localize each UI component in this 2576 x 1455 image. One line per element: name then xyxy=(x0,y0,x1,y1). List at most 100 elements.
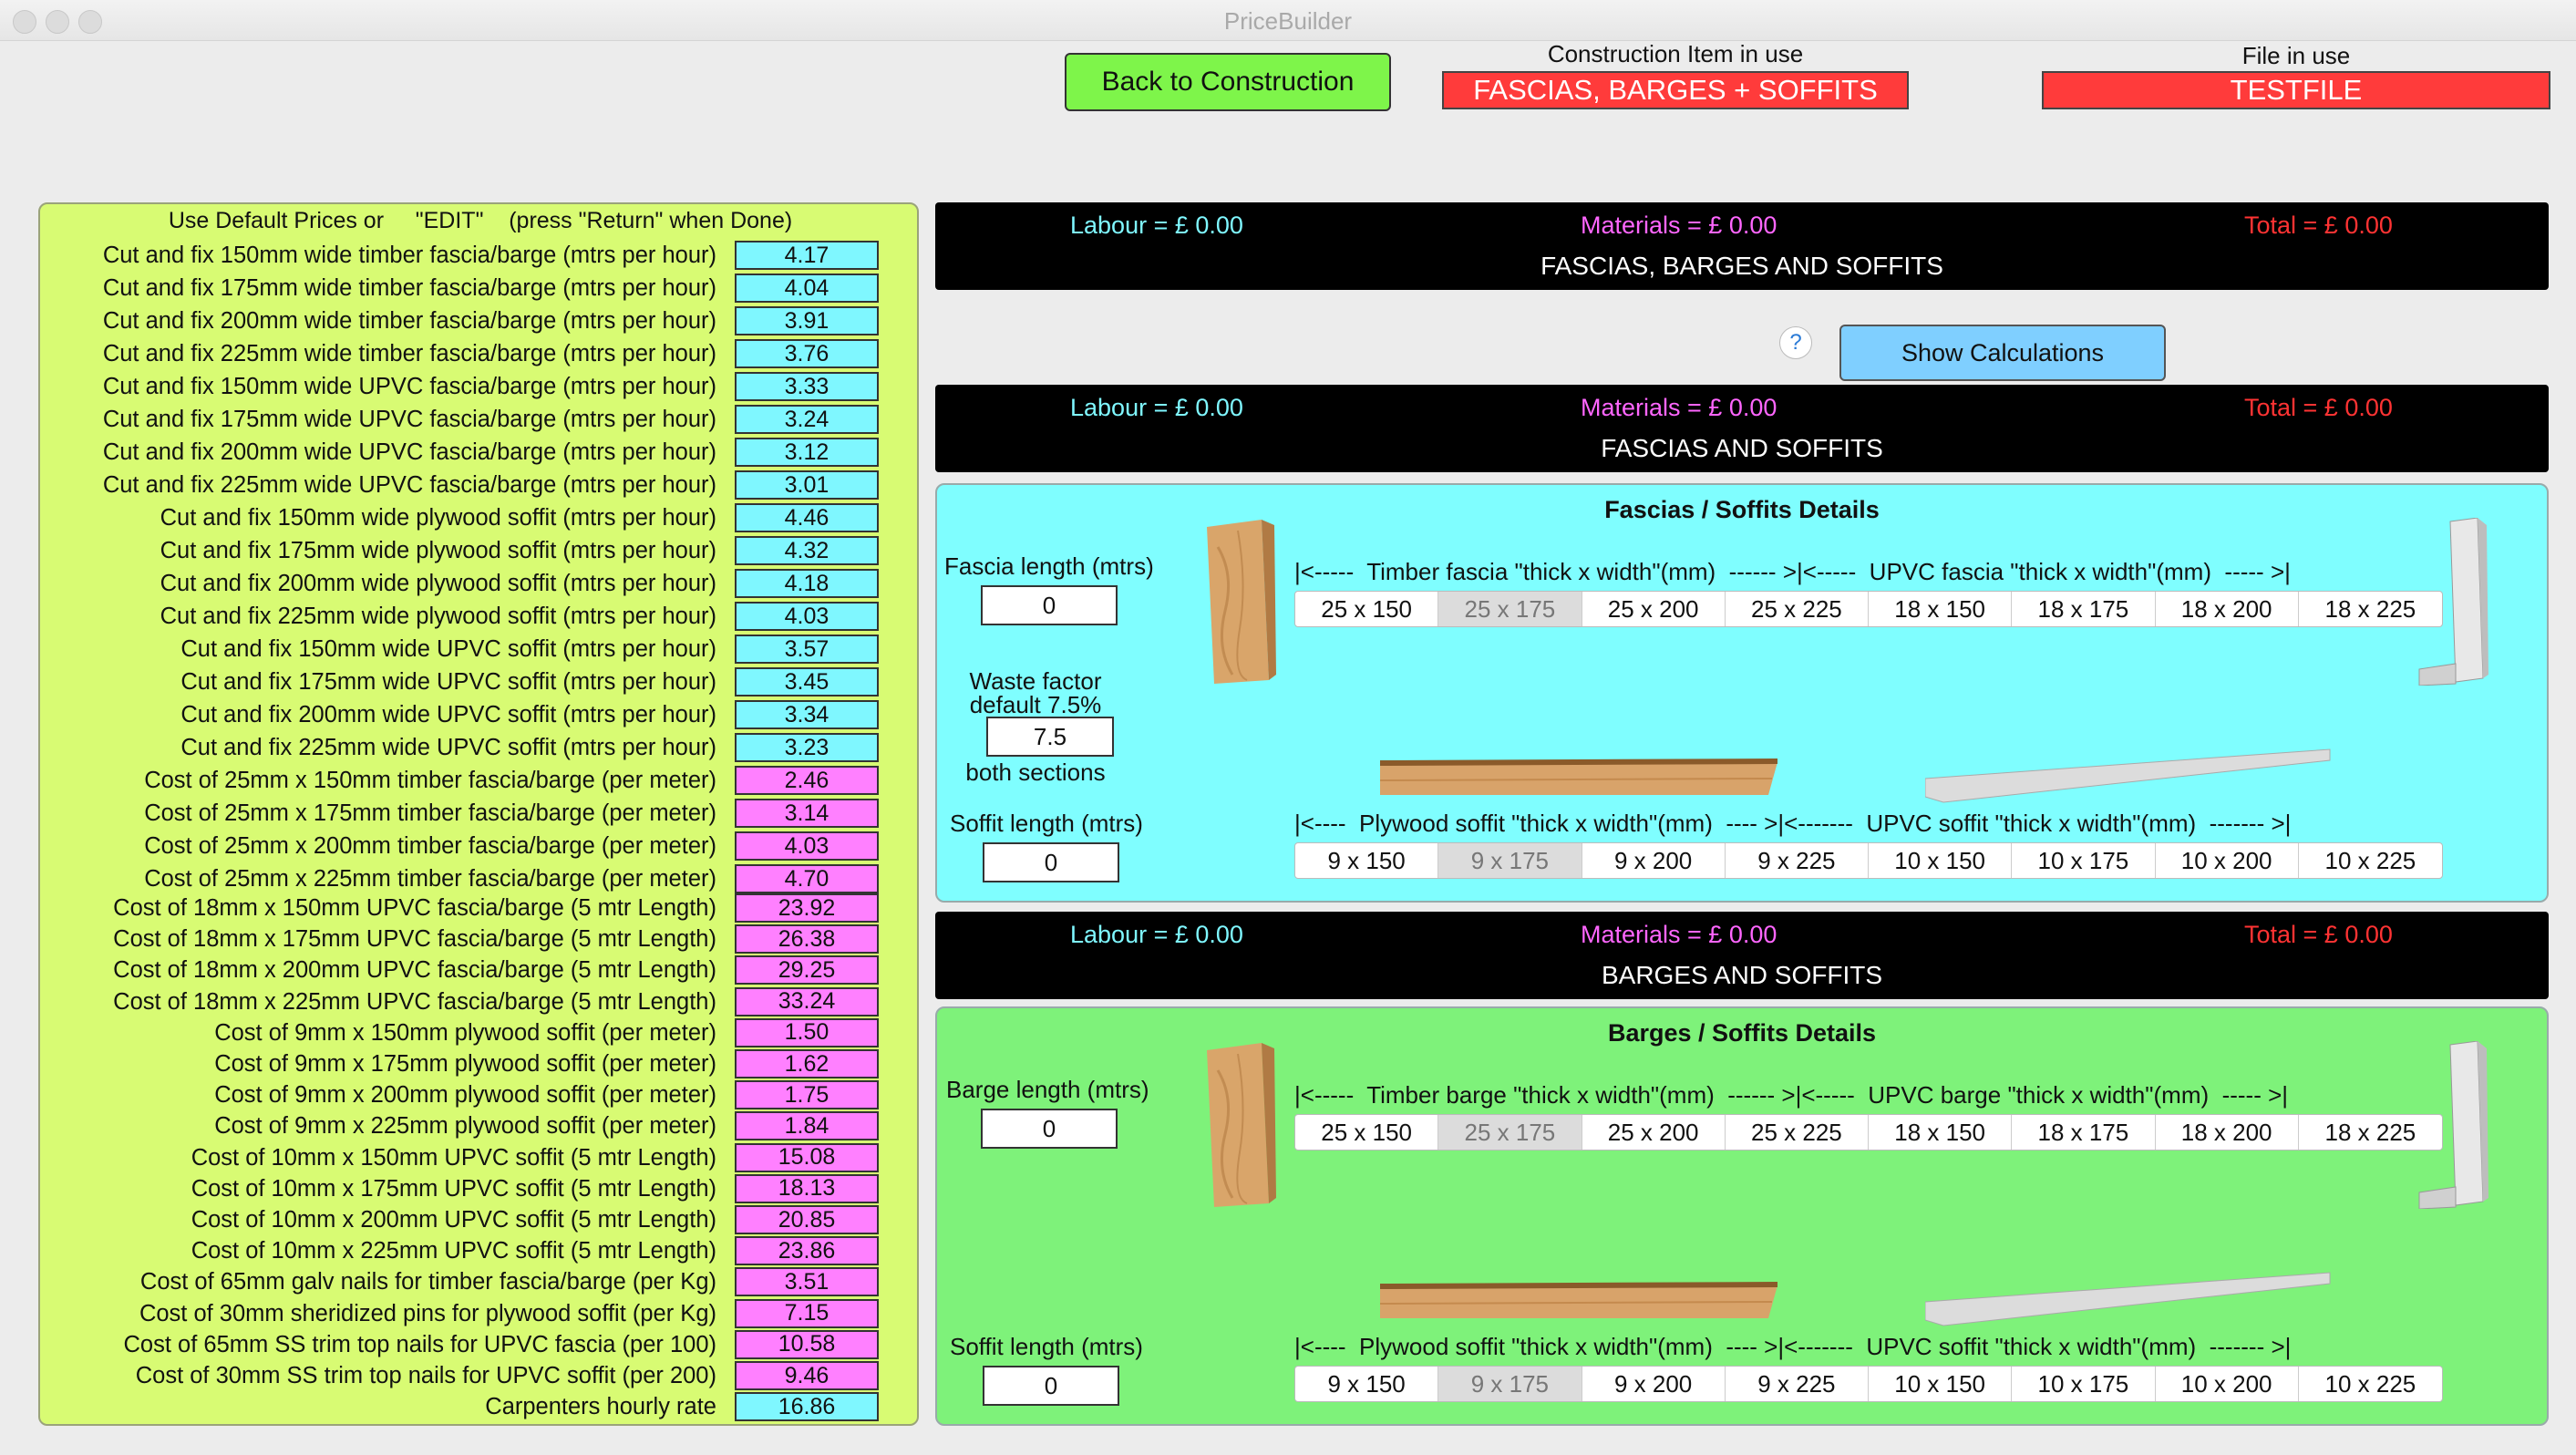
size-option[interactable]: 25 x 200 xyxy=(1582,592,1726,626)
size-option[interactable]: 10 x 225 xyxy=(2299,1367,2442,1401)
size-option[interactable]: 9 x 175 xyxy=(1438,843,1582,878)
size-option[interactable]: 18 x 150 xyxy=(1869,592,2013,626)
price-row-input[interactable]: 4.03 xyxy=(735,602,879,631)
price-row-input[interactable]: 3.01 xyxy=(735,470,879,500)
price-row-label: Cut and fix 175mm wide plywood soffit (m… xyxy=(160,538,716,563)
size-option[interactable]: 10 x 175 xyxy=(2012,1367,2156,1401)
soffit-length-input[interactable]: 0 xyxy=(983,842,1119,882)
size-option[interactable]: 9 x 200 xyxy=(1582,1367,1726,1401)
price-row-input[interactable]: 4.04 xyxy=(735,273,879,303)
soffit-size-selector[interactable]: 9 x 150 9 x 175 9 x 200 9 x 225 10 x 150 10 x… xyxy=(1294,1366,2443,1402)
price-row-input[interactable]: 3.76 xyxy=(735,339,879,368)
price-row-input[interactable]: 9.46 xyxy=(735,1361,879,1390)
size-option[interactable]: 18 x 200 xyxy=(2156,592,2299,626)
size-option[interactable]: 9 x 225 xyxy=(1726,1367,1869,1401)
price-row-label: Cost of 18mm x 175mm UPVC fascia/barge (… xyxy=(113,926,716,953)
size-option[interactable]: 25 x 150 xyxy=(1295,1115,1439,1150)
price-row-input[interactable]: 4.46 xyxy=(735,503,879,532)
price-row-input[interactable]: 4.18 xyxy=(735,569,879,598)
size-option[interactable]: 10 x 225 xyxy=(2299,843,2442,878)
price-row-input[interactable]: 3.12 xyxy=(735,438,879,467)
barge-length-input[interactable]: 0 xyxy=(981,1109,1118,1149)
price-row-input[interactable]: 4.70 xyxy=(735,864,879,893)
price-row-input[interactable]: 3.24 xyxy=(735,405,879,434)
price-row-label: Cut and fix 175mm wide timber fascia/bar… xyxy=(102,275,716,301)
size-option[interactable]: 10 x 200 xyxy=(2156,843,2299,878)
size-option[interactable]: 10 x 150 xyxy=(1869,843,2013,878)
size-option[interactable]: 9 x 150 xyxy=(1295,843,1439,878)
back-to-construction-button[interactable]: Back to Construction xyxy=(1065,53,1391,111)
size-option[interactable]: 9 x 175 xyxy=(1438,1367,1582,1401)
price-row-input[interactable]: 18.13 xyxy=(735,1173,879,1203)
labour-total: Labour = £ 0.00 xyxy=(1070,921,1243,948)
price-row-label: Cost of 18mm x 150mm UPVC fascia/barge (… xyxy=(113,895,716,921)
price-row-input[interactable]: 3.51 xyxy=(735,1267,879,1297)
size-option[interactable]: 10 x 150 xyxy=(1869,1367,2013,1401)
size-option[interactable]: 25 x 175 xyxy=(1438,1115,1582,1150)
barge-length-label: Barge length (mtrs) xyxy=(946,1076,1149,1103)
price-row-label: Cost of 18mm x 200mm UPVC fascia/barge (… xyxy=(113,957,716,984)
price-row-input[interactable]: 10.58 xyxy=(735,1329,879,1359)
show-calculations-button[interactable]: Show Calculations xyxy=(1839,325,2166,381)
summary-bar-fascia: Labour = £ 0.00 Materials = £ 0.00 Total… xyxy=(935,385,2549,472)
price-row-label: Cut and fix 200mm wide UPVC soffit (mtrs… xyxy=(180,702,716,728)
price-row-input[interactable]: 1.62 xyxy=(735,1049,879,1078)
price-row-input[interactable]: 4.17 xyxy=(735,241,879,270)
size-option[interactable]: 25 x 225 xyxy=(1726,592,1869,626)
size-option[interactable]: 25 x 150 xyxy=(1295,592,1439,626)
price-row-input[interactable]: 2.46 xyxy=(735,766,879,795)
help-icon[interactable]: ? xyxy=(1779,326,1812,359)
file-in-use-value: TESTFILE xyxy=(2042,71,2550,109)
price-row-input[interactable]: 1.84 xyxy=(735,1111,879,1141)
fascia-size-range-label: |<----- Timber fascia "thick x width"(mm… xyxy=(1294,558,2291,585)
price-row-input[interactable]: 3.34 xyxy=(735,700,879,729)
price-row-input[interactable]: 16.86 xyxy=(735,1392,879,1422)
price-row-input[interactable]: 4.03 xyxy=(735,831,879,861)
size-option[interactable]: 18 x 200 xyxy=(2156,1115,2299,1150)
price-row-input[interactable]: 23.92 xyxy=(735,893,879,923)
soffit-length-input[interactable]: 0 xyxy=(983,1366,1119,1406)
fascia-length-input[interactable]: 0 xyxy=(981,585,1118,625)
soffit-size-selector[interactable]: 9 x 150 9 x 175 9 x 200 9 x 225 10 x 150 10 x… xyxy=(1294,842,2443,879)
price-row-input[interactable]: 7.15 xyxy=(735,1298,879,1328)
price-row-input[interactable]: 4.32 xyxy=(735,536,879,565)
size-option[interactable]: 9 x 225 xyxy=(1726,843,1869,878)
default-prices-header: Use Default Prices or "EDIT" (press "Ret… xyxy=(168,208,793,233)
price-row-input[interactable]: 3.45 xyxy=(735,667,879,697)
size-option[interactable]: 25 x 175 xyxy=(1438,592,1582,626)
price-row-label: Cost of 9mm x 150mm plywood soffit (per … xyxy=(214,1019,716,1046)
price-row-input[interactable]: 3.57 xyxy=(735,635,879,664)
price-row-input[interactable]: 3.14 xyxy=(735,799,879,828)
summary-bar-all: Labour = £ 0.00 Materials = £ 0.00 Total… xyxy=(935,202,2549,290)
size-option[interactable]: 25 x 225 xyxy=(1726,1115,1869,1150)
size-option[interactable]: 25 x 200 xyxy=(1582,1115,1726,1150)
construction-item-label: Construction Item in use xyxy=(1547,40,1804,67)
price-row-input[interactable]: 3.33 xyxy=(735,372,879,401)
size-option[interactable]: 10 x 200 xyxy=(2156,1367,2299,1401)
price-row-input[interactable]: 29.25 xyxy=(735,955,879,985)
price-row-input[interactable]: 3.91 xyxy=(735,306,879,335)
size-option[interactable]: 18 x 175 xyxy=(2012,1115,2156,1150)
upvc-soffit-image xyxy=(1925,1272,2331,1326)
size-option[interactable]: 9 x 200 xyxy=(1582,843,1726,878)
price-row-input[interactable]: 1.50 xyxy=(735,1017,879,1047)
barge-size-selector[interactable]: 25 x 150 25 x 175 25 x 200 25 x 225 18 x 150… xyxy=(1294,1114,2443,1151)
price-row-input[interactable]: 20.85 xyxy=(735,1205,879,1234)
price-row-input[interactable]: 3.23 xyxy=(735,733,879,762)
price-row-input[interactable]: 15.08 xyxy=(735,1142,879,1172)
waste-factor-input[interactable]: 7.5 xyxy=(986,717,1114,757)
price-row-input[interactable]: 23.86 xyxy=(735,1236,879,1266)
fascia-size-selector[interactable]: 25 x 150 25 x 175 25 x 200 25 x 225 18 x 150… xyxy=(1294,591,2443,627)
size-option[interactable]: 10 x 175 xyxy=(2012,843,2156,878)
price-row-label: Cut and fix 225mm wide UPVC soffit (mtrs… xyxy=(180,735,716,760)
price-row-input[interactable]: 1.75 xyxy=(735,1080,879,1110)
price-row-label: Cost of 65mm galv nails for timber fasci… xyxy=(139,1269,716,1295)
summary-title: BARGES AND SOFFITS xyxy=(1601,961,1883,989)
price-row-input[interactable]: 26.38 xyxy=(735,924,879,955)
price-row-input[interactable]: 33.24 xyxy=(735,986,879,1016)
size-option[interactable]: 18 x 175 xyxy=(2012,592,2156,626)
size-option[interactable]: 18 x 150 xyxy=(1869,1115,2013,1150)
summary-bar-barge: Labour = £ 0.00 Materials = £ 0.00 Total… xyxy=(935,912,2549,999)
soffit-size-range-label: |<---- Plywood soffit "thick x width"(mm… xyxy=(1294,810,2292,837)
size-option[interactable]: 9 x 150 xyxy=(1295,1367,1439,1401)
